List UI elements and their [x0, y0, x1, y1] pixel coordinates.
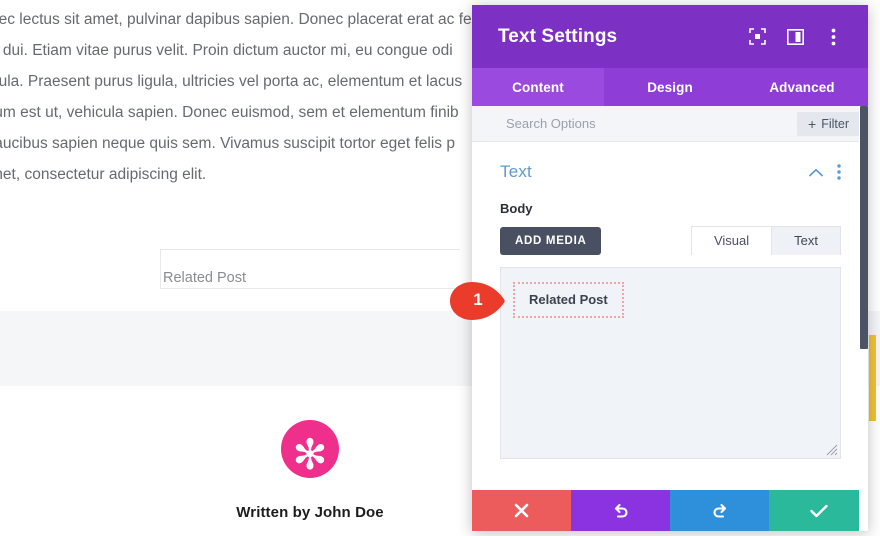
- asterisk-icon: ✻: [292, 430, 328, 479]
- search-input[interactable]: [506, 116, 798, 131]
- tab-content[interactable]: Content: [472, 68, 604, 106]
- modal-tab-bar: Content Design Advanced: [472, 68, 868, 106]
- tab-advanced[interactable]: Advanced: [736, 68, 868, 106]
- related-post-text: Related Post: [163, 270, 247, 286]
- modal-scrollbar-thumb[interactable]: [860, 106, 868, 349]
- modal-title: Text Settings: [498, 25, 618, 47]
- editor-toolbar: ADD MEDIA Visual Text: [500, 226, 841, 255]
- undo-icon: [614, 503, 628, 518]
- article-line: tum est ut, vehicula sapien. Donec euism…: [0, 104, 459, 121]
- editor-view-toggle: Visual Text: [690, 226, 841, 255]
- plus-icon: +: [808, 115, 817, 132]
- body-textarea[interactable]: Related Post: [500, 267, 841, 459]
- save-button[interactable]: [769, 490, 868, 531]
- redo-button[interactable]: [670, 490, 769, 531]
- modal-body: Text Body ADD MEDIA Visual Text Related …: [472, 142, 868, 481]
- check-icon: [809, 504, 828, 517]
- layout-pane-icon[interactable]: [782, 24, 808, 50]
- more-vertical-icon[interactable]: [820, 24, 846, 50]
- undo-button[interactable]: [571, 490, 670, 531]
- article-line: nec lectus sit amet, pulvinar dapibus sa…: [0, 11, 472, 28]
- body-field-label: Body: [500, 201, 533, 216]
- cancel-button[interactable]: [472, 490, 571, 531]
- redo-icon: [712, 503, 726, 518]
- modal-scrollbar[interactable]: [859, 106, 868, 531]
- annotation-marker-1: 1: [447, 280, 509, 322]
- article-line: faucibus sapien neque quis sem. Vivamus …: [0, 135, 455, 152]
- accent-strip: [869, 335, 876, 421]
- section-title: Text: [500, 162, 532, 181]
- text-section-header: Text: [500, 162, 841, 182]
- article-line: met, consectetur adipiscing elit.: [0, 166, 207, 183]
- tab-design[interactable]: Design: [604, 68, 736, 106]
- avatar: ✻: [281, 420, 339, 479]
- article-line: gula. Praesent purus ligula, ultricies v…: [0, 73, 463, 90]
- chevron-up-icon[interactable]: [809, 168, 823, 177]
- search-bar: + Filter: [472, 106, 868, 142]
- tab-text[interactable]: Text: [772, 226, 841, 255]
- resize-handle-icon[interactable]: [826, 444, 838, 456]
- focus-icon[interactable]: [744, 24, 770, 50]
- annotation-marker-number: 1: [473, 290, 483, 309]
- filter-button[interactable]: + Filter: [797, 111, 860, 136]
- modal-header: Text Settings: [472, 5, 868, 68]
- text-settings-modal: Text Settings Content Design Advanced Se…: [472, 5, 868, 531]
- section-more-vertical-icon[interactable]: [837, 164, 841, 180]
- close-icon: [514, 503, 529, 518]
- filter-button-label: Filter: [821, 116, 849, 131]
- modal-footer: [472, 490, 868, 531]
- editor-content-snippet[interactable]: Related Post: [513, 282, 624, 318]
- article-line: e dui. Etiam vitae purus velit. Proin di…: [0, 42, 453, 59]
- article-paragraph: nec lectus sit amet, pulvinar dapibus sa…: [0, 4, 490, 190]
- tab-visual[interactable]: Visual: [690, 226, 773, 255]
- related-post-module[interactable]: Related Post: [160, 249, 460, 289]
- add-media-button[interactable]: ADD MEDIA: [500, 227, 602, 255]
